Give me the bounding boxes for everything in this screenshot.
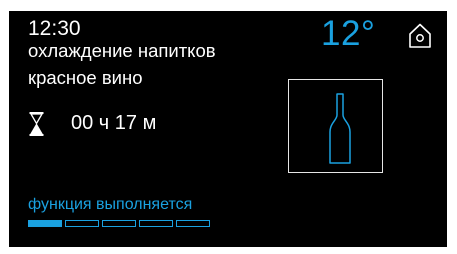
home-icon[interactable] bbox=[408, 23, 432, 49]
progress-segment bbox=[102, 220, 136, 227]
clock-time: 12:30 bbox=[28, 17, 81, 40]
appliance-display: 12:30 охлаждение напитков красное вино 0… bbox=[9, 11, 447, 247]
program-label: красное вино bbox=[28, 67, 143, 88]
progress-segment bbox=[176, 220, 210, 227]
progress-segment bbox=[65, 220, 99, 227]
progress-segment bbox=[139, 220, 173, 227]
timer-value: 00 ч 17 м bbox=[71, 112, 157, 134]
progress-segment bbox=[28, 220, 62, 227]
wine-bottle-icon bbox=[329, 93, 351, 164]
status-text: функция выполняется bbox=[28, 196, 193, 213]
temperature-value[interactable]: 12° bbox=[321, 16, 375, 51]
hourglass-icon bbox=[29, 112, 44, 136]
mode-label: охлаждение напитков bbox=[28, 40, 216, 61]
